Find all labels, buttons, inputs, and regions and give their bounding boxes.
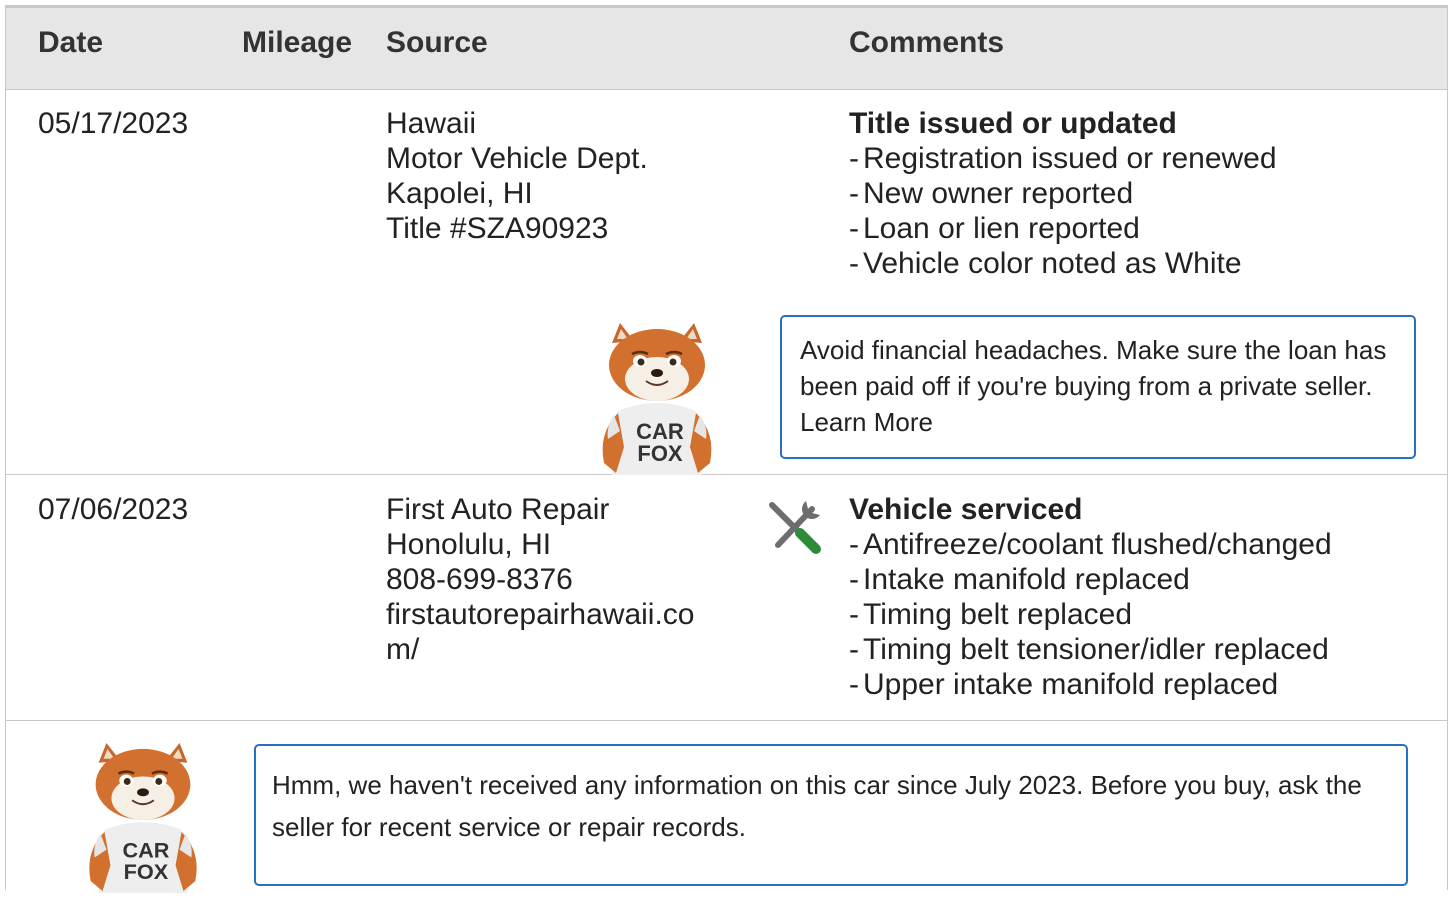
- comment-item: - Timing belt replaced: [849, 598, 1133, 631]
- source-line: Kapolei, HI: [386, 177, 533, 210]
- dash: -: [849, 247, 859, 280]
- header-mileage: Mileage: [242, 26, 353, 59]
- comment-item: - Vehicle color noted as White: [849, 247, 1242, 280]
- source-line: firstautorepairhawaii.co: [386, 598, 695, 631]
- comment-item: - Timing belt tensioner/idler replaced: [849, 633, 1329, 666]
- dash: -: [849, 598, 859, 631]
- header-comments: Comments: [849, 26, 1005, 59]
- header-source: Source: [386, 26, 488, 59]
- comment-item: - Intake manifold replaced: [849, 563, 1190, 596]
- wrench-screwdriver-icon: [766, 499, 822, 555]
- dash: -: [849, 668, 859, 701]
- record-source: First Auto Repair Honolulu, HI 808-699-8…: [386, 492, 694, 667]
- record-source: Hawaii Motor Vehicle Dept. Kapolei, HI T…: [386, 106, 648, 246]
- loan-tip-callout: Avoid financial headaches. Make sure the…: [780, 315, 1416, 459]
- record-date: 05/17/2023: [38, 107, 189, 140]
- source-line: 808-699-8376: [386, 563, 573, 596]
- comment-item: - Registration issued or renewed: [849, 142, 1277, 175]
- source-line: Title #SZA90923: [386, 212, 609, 245]
- dash: -: [849, 633, 859, 666]
- header-date: Date: [38, 26, 104, 59]
- notice-text: Hmm, we haven't received any information…: [272, 770, 1362, 842]
- source-line: m/: [386, 633, 420, 666]
- table-header: Date Mileage Source Comments: [6, 8, 1447, 90]
- source-line: Hawaii: [386, 107, 477, 140]
- dash: -: [849, 528, 859, 561]
- comment-title: Vehicle serviced: [849, 493, 1083, 526]
- dash: -: [849, 142, 859, 175]
- comment-item: - New owner reported: [849, 177, 1134, 210]
- no-recent-info-callout: Hmm, we haven't received any information…: [254, 744, 1408, 886]
- comment-item: - Loan or lien reported: [849, 212, 1140, 245]
- record-date: 07/06/2023: [38, 493, 189, 526]
- carfox-mascot-icon: CAR FOX: [590, 323, 724, 475]
- no-recent-info-row: CAR FOX Hmm, we haven't received any inf…: [6, 721, 1447, 893]
- record-comments: Vehicle serviced - Antifreeze/coolant flu…: [849, 492, 1332, 702]
- callout-text: Avoid financial headaches. Make sure the…: [800, 335, 1387, 401]
- carfox-mascot-icon: CAR FOX: [76, 743, 210, 893]
- comment-title: Title issued or updated: [849, 107, 1177, 140]
- source-line: Honolulu, HI: [386, 528, 552, 561]
- source-line: Motor Vehicle Dept.: [386, 142, 648, 175]
- source-line: First Auto Repair: [386, 493, 610, 526]
- table-row: 07/06/2023 First Auto Repair Honolulu, H…: [6, 475, 1447, 721]
- learn-more-link[interactable]: Learn More: [800, 407, 933, 437]
- table-row: 05/17/2023 Hawaii Motor Vehicle Dept. Ka…: [6, 89, 1447, 475]
- dash: -: [849, 177, 859, 210]
- dash: -: [849, 212, 859, 245]
- vehicle-history-table: Date Mileage Source Comments 05/17/2023 …: [5, 5, 1448, 893]
- dash: -: [849, 563, 859, 596]
- comment-item: - Upper intake manifold replaced: [849, 668, 1279, 701]
- record-comments: Title issued or updated - Registration is…: [849, 106, 1277, 281]
- shirt-text: FOX: [637, 441, 683, 466]
- comment-item: - Antifreeze/coolant flushed/changed: [849, 528, 1332, 561]
- shirt-text: FOX: [124, 859, 169, 884]
